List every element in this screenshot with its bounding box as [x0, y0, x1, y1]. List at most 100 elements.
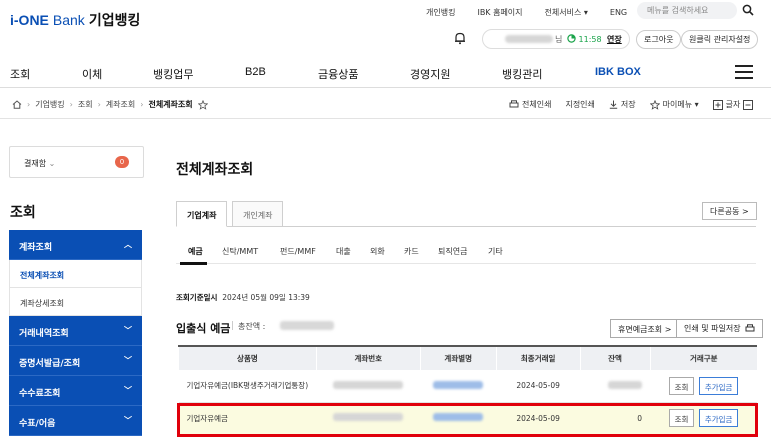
- tab-personal-account[interactable]: 개인계좌: [232, 201, 284, 227]
- util-ibk-home[interactable]: IBK 홈페이지: [477, 7, 522, 18]
- sidebar-item-certificates[interactable]: 증명서발급/조회 ﹀: [9, 346, 142, 376]
- crumb-current: 전체계좌조회: [148, 100, 193, 109]
- crumb-inquiry[interactable]: 조회: [78, 99, 93, 110]
- sidebar-sub-all-accounts[interactable]: 전체계좌조회: [9, 260, 142, 288]
- subtab-deposit[interactable]: 예금: [188, 246, 203, 257]
- sidebar-title: 조회: [10, 205, 36, 221]
- page-title: 전체계좌조회: [176, 162, 254, 178]
- sidebar-item-checks-bills[interactable]: 수표/어음 ﹀: [9, 406, 142, 436]
- bell-icon[interactable]: [453, 31, 467, 45]
- account-alias-link[interactable]: [420, 370, 497, 403]
- gnb-inquiry[interactable]: 조회: [10, 66, 30, 82]
- col-transaction-type: 거래구분: [649, 345, 757, 370]
- sidebar-sub-account-detail[interactable]: 계좌상세조회: [9, 288, 142, 316]
- oneclick-admin-button[interactable]: 원클릭 관리자설정: [681, 30, 759, 49]
- subtab-loan[interactable]: 대출: [336, 246, 351, 257]
- tab-corporate-account[interactable]: 기업계좌: [176, 201, 228, 227]
- hamburger-menu-icon[interactable]: [735, 65, 753, 79]
- row-actions: 조회 추가입금: [650, 370, 757, 403]
- last-transaction-date: 2024-05-09: [496, 370, 581, 403]
- sidebar-item-transaction-history[interactable]: 거래내역조회 ﹀: [9, 316, 142, 346]
- save-button[interactable]: 저장: [609, 99, 636, 110]
- session-timer-value: 11:58: [578, 35, 602, 44]
- gnb-financial-products[interactable]: 금융상품: [318, 66, 358, 82]
- gnb-banking-admin[interactable]: 뱅킹관리: [502, 66, 542, 82]
- gnb-banking-work[interactable]: 뱅킹업무: [153, 66, 193, 82]
- col-balance: 잔액: [579, 345, 651, 370]
- util-all-services[interactable]: 전체서비스 ▾: [545, 7, 588, 18]
- col-account-number: 계좌번호: [315, 345, 421, 370]
- product-name: 기업자유예금(IBK평생주거래기업통장): [178, 370, 317, 403]
- logo[interactable]: i-ONE Bank 기업뱅킹: [10, 10, 140, 30]
- approval-box-dropdown[interactable]: 결재함 ⌄ 0: [9, 146, 144, 178]
- chevron-down-icon: ﹀: [124, 416, 132, 425]
- chevron-down-icon: ﹀: [124, 326, 132, 335]
- home-icon[interactable]: [12, 100, 22, 109]
- other-joint-button[interactable]: 다른공동 >: [702, 202, 757, 220]
- chevron-down-icon: ﹀: [124, 386, 132, 395]
- zoom-in-icon[interactable]: [712, 99, 723, 110]
- util-eng[interactable]: ENG: [610, 8, 627, 17]
- gnb-ibk-box[interactable]: IBK BOX: [595, 66, 641, 78]
- divider: [176, 226, 756, 227]
- crumb-account-inquiry[interactable]: 계좌조회: [106, 99, 135, 110]
- active-tab-indicator: [180, 262, 207, 265]
- font-size-control: 글자: [712, 99, 754, 110]
- subtab-pension[interactable]: 퇴직연금: [438, 246, 467, 257]
- star-icon: [649, 99, 660, 110]
- col-last-date: 최종거래일: [495, 345, 581, 370]
- global-nav: 조회 이체 뱅킹업무 B2B 금융상품 경영지원 뱅킹관리 IBK BOX: [0, 58, 771, 88]
- my-menu-label: 마이메뉴 ▾: [662, 100, 699, 109]
- user-suffix: 님: [555, 35, 563, 44]
- print-all-label: 전체인쇄: [522, 100, 552, 109]
- chevron-right-icon: ›: [27, 100, 31, 109]
- divider: [0, 118, 771, 119]
- gnb-management-support[interactable]: 경영지원: [410, 66, 450, 82]
- gnb-transfer[interactable]: 이체: [82, 66, 102, 82]
- chevron-right-icon: ›: [69, 100, 73, 109]
- util-personal-banking[interactable]: 개인뱅킹: [426, 7, 455, 18]
- col-product: 상품명: [178, 345, 317, 370]
- crumb-corporate-banking[interactable]: 기업뱅킹: [35, 99, 64, 110]
- printer-icon: [509, 100, 519, 108]
- chevron-down-icon: ﹀: [124, 356, 132, 365]
- sidebar-item-fees[interactable]: 수수료조회 ﹀: [9, 376, 142, 406]
- approval-box-label: 결재함 ⌄: [24, 159, 56, 168]
- balance-masked: [580, 370, 651, 403]
- dormant-deposit-button[interactable]: 휴면예금조회 >: [610, 319, 680, 338]
- table-row: 기업자유예금(IBK평생주거래기업통장) 2024-05-09 조회 추가입금: [178, 370, 757, 403]
- zoom-out-icon[interactable]: [743, 99, 754, 110]
- star-icon[interactable]: [197, 99, 208, 110]
- logo-bank: Bank: [52, 12, 85, 28]
- printer-icon: [745, 324, 755, 332]
- inquiry-datetime: 조회기준일시 2024년 05월 09일 13:39: [176, 293, 310, 302]
- timer-icon: [567, 34, 576, 43]
- print-selected-button[interactable]: 지정인쇄: [565, 99, 594, 110]
- subtab-fund[interactable]: 펀드/MMF: [280, 246, 316, 257]
- save-label: 저장: [620, 100, 636, 109]
- search-icon[interactable]: [742, 4, 754, 16]
- print-all-button[interactable]: 전체인쇄: [509, 99, 551, 110]
- total-balance-label: 총잔액 :: [238, 322, 266, 331]
- logout-button[interactable]: 로그아웃: [636, 30, 682, 49]
- highlight-annotation-box: [177, 403, 758, 437]
- chevron-up-icon: ︿: [124, 240, 132, 249]
- download-icon: [609, 100, 618, 109]
- subtab-trust[interactable]: 신탁/MMT: [222, 246, 258, 257]
- sidebar-item-account-inquiry[interactable]: 계좌조회 ︿: [9, 230, 142, 260]
- inquiry-button[interactable]: 조회: [668, 376, 695, 395]
- my-menu-button[interactable]: 마이메뉴 ▾: [649, 99, 699, 110]
- subtab-etc[interactable]: 기타: [488, 246, 503, 257]
- subtab-card[interactable]: 카드: [404, 246, 419, 257]
- menu-search-input[interactable]: 메뉴를 검색하세요: [637, 2, 737, 19]
- sidebar-menu: 계좌조회 ︿ 전체계좌조회 계좌상세조회 거래내역조회 ﹀ 증명서발급/조회 ﹀ 수수…: [9, 230, 142, 436]
- session-extend-button[interactable]: 연장: [607, 34, 622, 45]
- logo-korean: 기업뱅킹: [88, 12, 141, 28]
- subtab-foreign[interactable]: 외화: [370, 246, 385, 257]
- add-deposit-button[interactable]: 추가입금: [698, 376, 739, 395]
- gnb-b2b[interactable]: B2B: [245, 66, 266, 78]
- print-save-button[interactable]: 인쇄 및 파일저장: [676, 319, 763, 338]
- divider: [232, 321, 233, 330]
- chevron-right-icon: ›: [97, 100, 101, 109]
- table-header-row: 상품명 계좌번호 계좌별명 최종거래일 잔액 거래구분: [178, 345, 757, 370]
